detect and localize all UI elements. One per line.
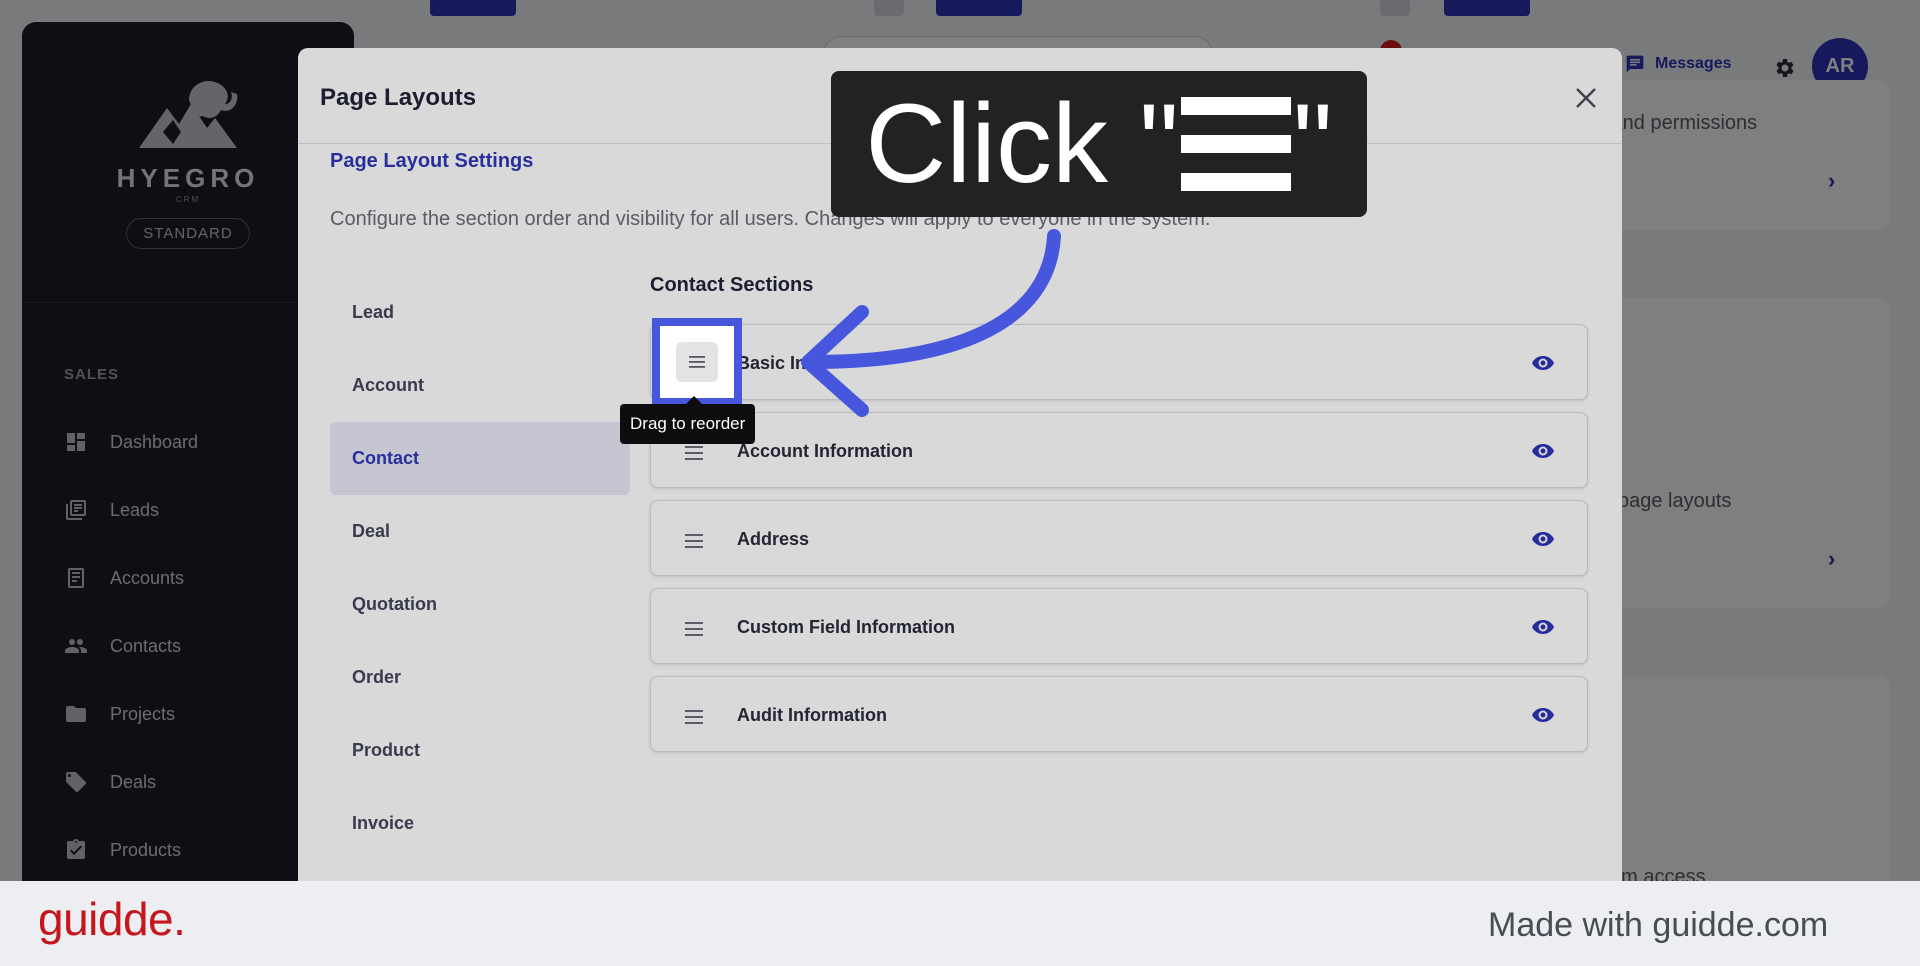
- section-row[interactable]: Account Information: [650, 412, 1588, 488]
- entity-tab-product[interactable]: Product: [330, 714, 630, 787]
- entity-tab-deal[interactable]: Deal: [330, 495, 630, 568]
- drag-handle-icon: [685, 622, 703, 636]
- section-name: Account Information: [737, 441, 913, 461]
- visibility-toggle[interactable]: [1529, 703, 1557, 727]
- modal-title: Page Layouts: [320, 84, 477, 111]
- callout-prefix: Click ": [865, 81, 1179, 206]
- settings-title: Page Layout Settings: [330, 150, 534, 172]
- footer-attribution[interactable]: Made with guidde.com: [1488, 906, 1828, 945]
- section-row[interactable]: Audit Information: [650, 676, 1588, 752]
- eye-icon: [1532, 620, 1554, 634]
- entity-tab-lead[interactable]: Lead: [330, 276, 630, 349]
- drag-handle[interactable]: [673, 611, 715, 647]
- section-list: Basic In Account Information Address Cus…: [650, 324, 1588, 764]
- guidde-logo[interactable]: guidde.: [38, 892, 186, 946]
- entity-tab-quotation[interactable]: Quotation: [330, 568, 630, 641]
- highlight-drag-handle[interactable]: [652, 318, 742, 406]
- section-name: Address: [737, 529, 810, 549]
- visibility-toggle[interactable]: [1529, 527, 1557, 551]
- callout-suffix: ": [1292, 81, 1333, 206]
- section-row[interactable]: Basic In: [650, 324, 1588, 400]
- hamburger-glyph-icon: [1180, 97, 1291, 191]
- section-name: Audit Information: [737, 705, 887, 725]
- entity-tab-invoice[interactable]: Invoice: [330, 787, 630, 860]
- section-row[interactable]: Custom Field Information: [650, 588, 1588, 664]
- entity-tab-order[interactable]: Order: [330, 641, 630, 714]
- drag-handle[interactable]: [676, 342, 718, 382]
- instruction-callout: Click " ": [831, 71, 1367, 217]
- section-row[interactable]: Address: [650, 500, 1588, 576]
- eye-icon: [1532, 708, 1554, 722]
- drag-tooltip: Drag to reorder: [620, 396, 756, 444]
- drag-handle[interactable]: [673, 523, 715, 559]
- eye-icon: [1532, 444, 1554, 458]
- section-name: Custom Field Information: [737, 617, 955, 637]
- eye-icon: [1532, 356, 1554, 370]
- drag-handle-icon: [685, 710, 703, 724]
- close-icon: [1576, 88, 1596, 108]
- entity-tab-contact[interactable]: Contact: [330, 422, 630, 495]
- drag-handle-icon: [685, 446, 703, 460]
- visibility-toggle[interactable]: [1529, 351, 1557, 375]
- drag-handle-icon: [689, 356, 705, 368]
- entity-tab-account[interactable]: Account: [330, 349, 630, 422]
- visibility-toggle[interactable]: [1529, 615, 1557, 639]
- section-name: Basic In: [737, 353, 807, 373]
- eye-icon: [1532, 532, 1554, 546]
- entity-list: Lead Account Contact Deal Quotation Orde…: [330, 276, 630, 908]
- visibility-toggle[interactable]: [1529, 439, 1557, 463]
- close-button[interactable]: [1566, 78, 1606, 118]
- sections-title: Contact Sections: [650, 274, 814, 296]
- drag-handle-icon: [685, 534, 703, 548]
- drag-handle[interactable]: [673, 699, 715, 735]
